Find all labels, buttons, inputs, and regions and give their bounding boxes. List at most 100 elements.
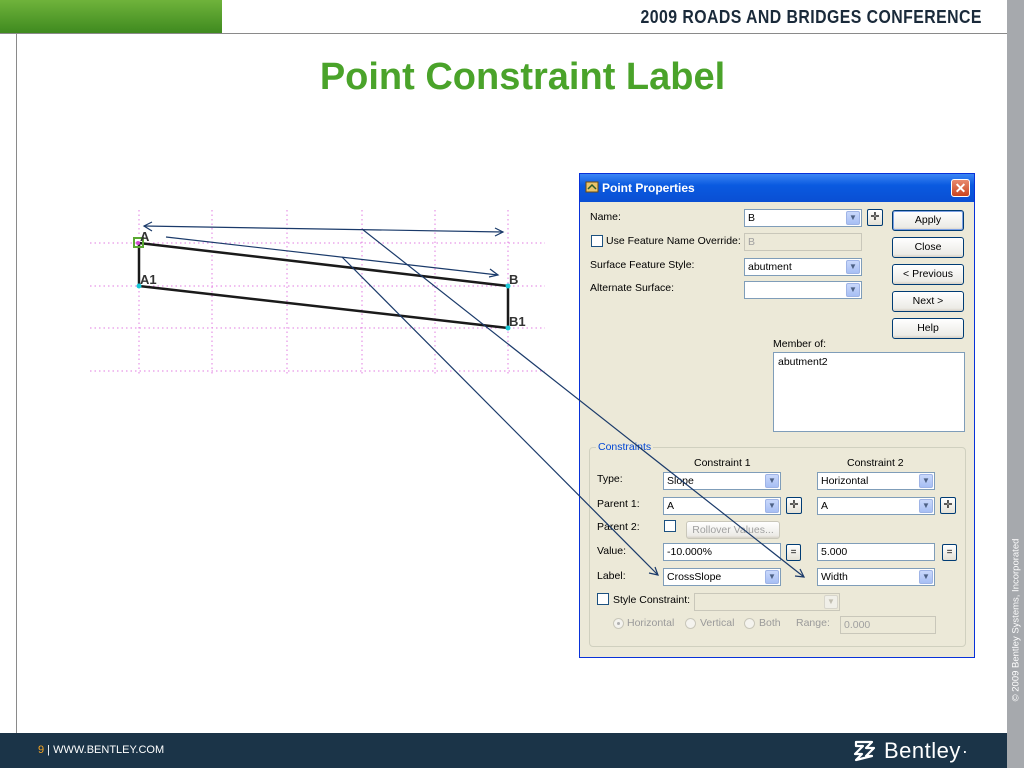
footer-text: 9 | WWW.BENTLEY.COM [38, 744, 164, 756]
constraint-2-equals-button[interactable]: = [942, 544, 957, 561]
type-label: Type: [597, 473, 623, 485]
bentley-logo-icon [853, 740, 876, 762]
constraint-2-label-combo[interactable]: Width ▼ [817, 568, 935, 586]
constraint-1-parent-1-value: A [667, 500, 675, 512]
chevron-down-icon[interactable]: ▼ [919, 570, 933, 584]
point-markers [133, 237, 511, 331]
alternate-surface-combo[interactable]: ▼ [744, 281, 862, 299]
chevron-down-icon[interactable]: ▼ [919, 499, 933, 513]
vertical-radio[interactable] [685, 618, 696, 629]
range-label: Range: [796, 617, 830, 629]
surface-feature-style-combo[interactable]: abutment ▼ [744, 258, 862, 276]
constraints-group-label: Constraints [596, 441, 654, 453]
parent-2-checkbox[interactable] [664, 520, 676, 532]
value-label: Value: [597, 545, 626, 557]
name-label: Name: [590, 211, 621, 223]
previous-button[interactable]: < Previous [892, 264, 964, 285]
constraint-1-value-field[interactable]: -10.000% [663, 543, 781, 561]
use-feature-name-override-checkbox[interactable] [591, 235, 603, 247]
help-button[interactable]: Help [892, 318, 964, 339]
grid-lines [90, 210, 545, 375]
footer-url: WWW.BENTLEY.COM [53, 744, 165, 756]
crosshair-icon: ✛ [943, 499, 953, 511]
crosshair-icon: ✛ [870, 211, 880, 223]
point-diagram: A B A1 B1 [90, 210, 545, 375]
constraint-2-type-value: Horizontal [821, 475, 869, 487]
constraint-2-header: Constraint 2 [847, 457, 904, 469]
constraint-1-label-combo[interactable]: CrossSlope ▼ [663, 568, 781, 586]
surface-feature-style-value: abutment [748, 261, 792, 273]
constraint-2-value-field[interactable]: 5.000 [817, 543, 935, 561]
point-label-a1: A1 [140, 272, 157, 287]
footer-separator: | [44, 744, 54, 756]
point-properties-dialog[interactable]: Point Properties ✕ Name: B ▼ ✛ Use Featu… [579, 173, 975, 658]
name-value: B [748, 212, 756, 224]
crosshair-icon: ✛ [789, 499, 799, 511]
header-rule [0, 33, 1007, 34]
range-field[interactable]: 0.000 [840, 616, 936, 634]
constraint-1-pick-parent-button[interactable]: ✛ [786, 497, 802, 514]
both-radio[interactable] [744, 618, 755, 629]
logo-mark-dot: · [961, 740, 968, 761]
style-constraint-combo[interactable]: ▼ [694, 593, 840, 611]
constraint-1-value: -10.000% [667, 546, 712, 558]
apply-button[interactable]: Apply [892, 210, 964, 231]
surface-feature-style-label: Surface Feature Style: [590, 259, 695, 271]
use-feature-name-override-label: Use Feature Name Override: [606, 235, 741, 247]
point-label-b1: B1 [509, 314, 526, 329]
feature-name-override-field[interactable]: B [744, 233, 862, 251]
style-constraint-label: Style Constraint: [613, 594, 691, 606]
chevron-down-icon[interactable]: ▼ [824, 595, 838, 609]
chevron-down-icon[interactable]: ▼ [846, 211, 860, 225]
rollover-values-button[interactable]: Rollover Values... [686, 521, 780, 539]
chevron-down-icon[interactable]: ▼ [919, 474, 933, 488]
constraint-1-type-combo[interactable]: Slope ▼ [663, 472, 781, 490]
alternate-surface-label: Alternate Surface: [590, 282, 675, 294]
logo-wordmark: Bentley [884, 738, 961, 763]
close-icon[interactable]: ✕ [951, 179, 970, 197]
bentley-logo: Bentley · [852, 737, 968, 765]
style-constraint-checkbox[interactable] [597, 593, 609, 605]
chevron-down-icon[interactable]: ▼ [765, 474, 779, 488]
member-of-list[interactable]: abutment2 [773, 352, 965, 432]
range-value: 0.000 [844, 619, 871, 631]
constraint-1-header: Constraint 1 [694, 457, 751, 469]
constraint-2-value: 5.000 [821, 546, 848, 558]
constraint-1-type-value: Slope [667, 475, 694, 487]
chevron-down-icon[interactable]: ▼ [765, 570, 779, 584]
point-properties-icon [585, 181, 599, 193]
conference-title: 2009 ROADS AND BRIDGES CONFERENCE [640, 7, 982, 27]
constraint-1-label-value: CrossSlope [667, 571, 722, 583]
list-item[interactable]: abutment2 [778, 356, 828, 368]
parent-1-label: Parent 1: [597, 498, 640, 510]
constraint-2-pick-parent-button[interactable]: ✛ [940, 497, 956, 514]
constraint-2-label-value: Width [821, 571, 848, 583]
dialog-title: Point Properties [602, 181, 695, 195]
next-button[interactable]: Next > [892, 291, 964, 312]
left-rule [16, 33, 17, 733]
point-label-a: A [140, 229, 150, 244]
constraint-1-equals-button[interactable]: = [786, 544, 801, 561]
slide-title: Point Constraint Label [319, 56, 726, 98]
parent-2-label: Parent 2: [597, 521, 640, 533]
constraint-2-type-combo[interactable]: Horizontal ▼ [817, 472, 935, 490]
vertical-radio-label: Vertical [700, 617, 735, 629]
close-button[interactable]: Close [892, 237, 964, 258]
chevron-down-icon[interactable]: ▼ [765, 499, 779, 513]
name-combo[interactable]: B ▼ [744, 209, 862, 227]
horizontal-radio-label: Horizontal [627, 617, 675, 629]
feature-name-override-value: B [748, 236, 756, 248]
constraint-1-parent-1-combo[interactable]: A ▼ [663, 497, 781, 515]
constraint-2-parent-1-value: A [821, 500, 829, 512]
both-radio-label: Both [759, 617, 781, 629]
pick-point-button[interactable]: ✛ [867, 209, 883, 226]
horizontal-radio[interactable] [613, 618, 624, 629]
constraint-2-parent-1-combo[interactable]: A ▼ [817, 497, 935, 515]
copyright-text: © 2009 Bentley Systems, Incorporated [1010, 538, 1021, 702]
chevron-down-icon[interactable]: ▼ [846, 283, 860, 297]
point-label-b: B [509, 272, 518, 287]
chevron-down-icon[interactable]: ▼ [846, 260, 860, 274]
copyright-notice: © 2009 Bentley Systems, Incorporated [1007, 0, 1024, 768]
label-label: Label: [597, 570, 626, 582]
header-green-bar [0, 0, 222, 33]
